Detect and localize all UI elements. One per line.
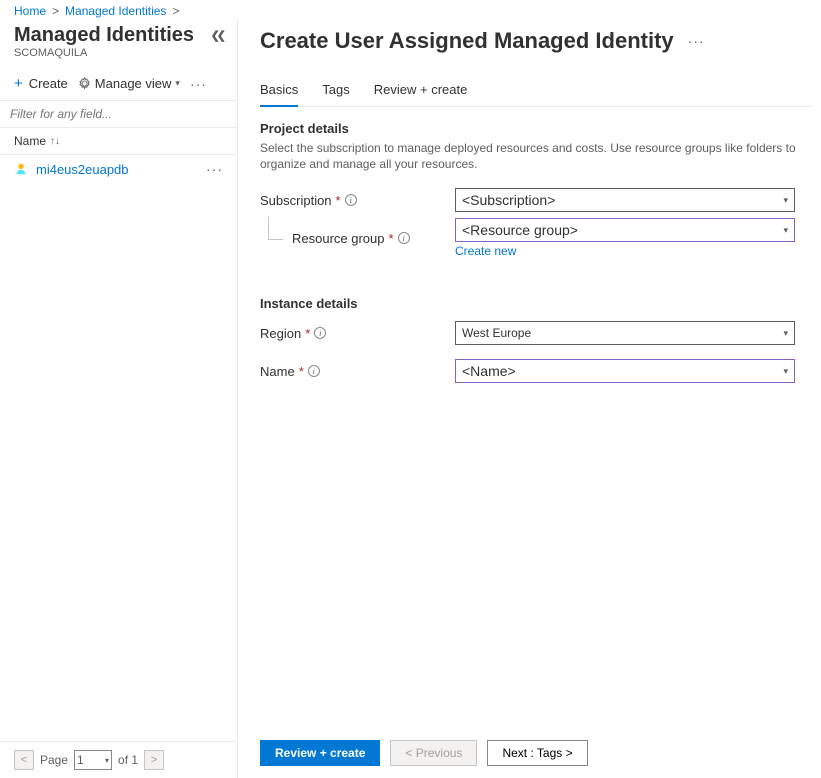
column-header-name[interactable]: Name ↑↓ xyxy=(0,128,237,155)
required-indicator: * xyxy=(305,326,310,341)
chevron-down-icon: ▾ xyxy=(783,225,788,236)
filter-container xyxy=(0,100,237,128)
pager-page-label: Page xyxy=(40,753,68,767)
info-icon[interactable]: i xyxy=(308,365,320,377)
subscription-label: Subscription xyxy=(260,193,332,208)
info-icon[interactable]: i xyxy=(345,194,357,206)
tab-tags[interactable]: Tags xyxy=(322,82,349,106)
manage-view-button[interactable]: Manage view ▾ xyxy=(78,76,180,91)
region-select[interactable]: West Europe ▾ xyxy=(455,321,795,345)
collapse-pane-icon[interactable]: ❮❮ xyxy=(211,29,223,42)
row-actions-icon[interactable]: ··· xyxy=(206,161,223,177)
create-new-link[interactable]: Create new xyxy=(455,244,516,258)
required-indicator: * xyxy=(336,193,341,208)
breadcrumb-section[interactable]: Managed Identities xyxy=(65,4,166,18)
tabs: Basics Tags Review + create xyxy=(260,82,811,107)
resource-group-label: Resource group xyxy=(292,231,385,246)
breadcrumb-home[interactable]: Home xyxy=(14,4,46,18)
required-indicator: * xyxy=(299,364,304,379)
section-instance-heading: Instance details xyxy=(260,296,811,311)
chevron-down-icon: ▾ xyxy=(783,366,788,377)
list-title: Managed Identities xyxy=(14,24,194,47)
section-project-description: Select the subscription to manage deploy… xyxy=(260,140,811,172)
more-actions-icon[interactable]: ··· xyxy=(190,76,207,92)
section-project-heading: Project details xyxy=(260,121,811,136)
create-pane: Create User Assigned Managed Identity ··… xyxy=(238,18,821,778)
pager-of-label: of 1 xyxy=(118,753,138,767)
gear-icon xyxy=(78,77,91,90)
pager-page-select[interactable]: 1 ▾ xyxy=(74,750,112,770)
filter-input[interactable] xyxy=(0,101,237,127)
chevron-down-icon: ▾ xyxy=(783,195,788,206)
pager-prev-button[interactable]: < xyxy=(14,750,34,770)
subscription-select[interactable]: <Subscription> ▾ xyxy=(455,188,795,212)
tab-basics[interactable]: Basics xyxy=(260,82,298,107)
wizard-footer: Review + create < Previous Next : Tags > xyxy=(260,728,811,778)
title-more-icon[interactable]: ··· xyxy=(688,33,705,49)
breadcrumb-separator: > xyxy=(172,4,179,18)
required-indicator: * xyxy=(389,231,394,246)
chevron-down-icon: ▾ xyxy=(175,78,180,89)
chevron-down-icon: ▾ xyxy=(105,756,109,765)
page-title: Create User Assigned Managed Identity xyxy=(260,28,674,54)
review-create-button[interactable]: Review + create xyxy=(260,740,380,766)
chevron-down-icon: ▾ xyxy=(783,328,788,339)
name-input[interactable]: <Name> ▾ xyxy=(455,359,795,383)
list-subtitle: SCOMAQUILA xyxy=(14,47,223,59)
list-item[interactable]: mi4eus2euapdb ··· xyxy=(0,155,237,183)
next-button[interactable]: Next : Tags > xyxy=(487,740,587,766)
list-toolbar: + Create Manage view ▾ ··· xyxy=(0,65,237,100)
info-icon[interactable]: i xyxy=(398,232,410,244)
name-label: Name xyxy=(260,364,295,379)
region-label: Region xyxy=(260,326,301,341)
sort-ascending-icon: ↑↓ xyxy=(50,136,60,147)
pager-next-button[interactable]: > xyxy=(144,750,164,770)
create-button[interactable]: + Create xyxy=(14,75,68,92)
plus-icon: + xyxy=(14,75,23,92)
breadcrumb: Home > Managed Identities > xyxy=(0,0,821,18)
managed-identity-icon xyxy=(14,162,28,176)
resource-list: mi4eus2euapdb ··· xyxy=(0,155,237,741)
pager: < Page 1 ▾ of 1 > xyxy=(0,741,237,778)
tab-review-create[interactable]: Review + create xyxy=(374,82,468,106)
breadcrumb-separator: > xyxy=(52,4,59,18)
info-icon[interactable]: i xyxy=(314,327,326,339)
resource-group-select[interactable]: <Resource group> ▾ xyxy=(455,218,795,242)
list-pane: Managed Identities ❮❮ SCOMAQUILA + Creat… xyxy=(0,18,238,778)
previous-button: < Previous xyxy=(390,740,477,766)
